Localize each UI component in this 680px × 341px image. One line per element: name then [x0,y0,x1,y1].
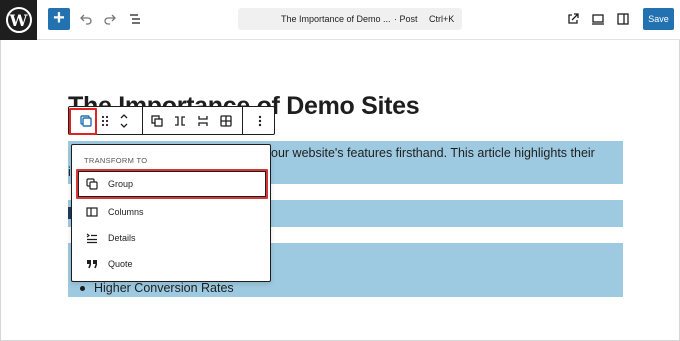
list-item-text: Higher Conversion Rates [94,281,234,295]
document-title: The Importance of Demo ... [281,14,391,24]
list-view-icon[interactable] [126,10,144,28]
paragraph-text[interactable]: our website's features firsthand. This a… [271,146,595,160]
details-icon [85,231,99,245]
wordpress-logo[interactable]: W [0,0,37,40]
toolbar-divider [142,107,143,134]
command-shortcut: Ctrl+K [429,14,455,24]
drag-handle-icon[interactable] [96,112,114,130]
columns-alt-icon[interactable] [171,112,189,130]
wordpress-logo-mark: W [5,7,32,33]
toolbar-divider [242,107,243,134]
block-toolbar [68,106,275,135]
redo-icon[interactable] [101,10,119,28]
columns-icon [85,205,99,219]
transform-to-details[interactable]: Details [80,226,264,250]
quote-icon [85,257,99,271]
save-button[interactable]: Save [643,8,674,30]
document-type: · Post [394,14,418,24]
transform-to-details-label: Details [108,233,136,243]
undo-icon[interactable] [77,10,95,28]
device-preview-icon[interactable] [589,10,607,28]
add-block-button[interactable]: + [48,8,70,30]
more-options-icon[interactable] [251,112,269,130]
view-external-icon[interactable] [564,10,582,28]
block-switcher-highlight [69,108,97,135]
bullet-icon [80,286,85,292]
document-bar[interactable]: The Importance of Demo ... · Post Ctrl+K [238,8,462,30]
transform-to-columns-label: Columns [108,207,144,217]
transform-to-quote[interactable]: Quote [80,252,264,276]
list-item[interactable]: Higher Conversion Rates [80,281,234,295]
editor-topbar: W + The Importance of Demo ... · Post Ct… [0,0,680,40]
transform-menu-heading: TRANSFORM TO [84,156,148,165]
stack-icon[interactable] [194,112,212,130]
move-arrows-icon[interactable] [115,112,133,130]
sidebar-toggle-icon[interactable] [614,10,632,28]
transform-menu: TRANSFORM TO Group Columns Details Quote [71,144,271,282]
group-option-highlight [76,169,268,199]
grid-icon[interactable] [217,112,235,130]
duplicate-icon[interactable] [148,112,166,130]
transform-to-quote-label: Quote [108,259,133,269]
transform-to-columns[interactable]: Columns [80,200,264,224]
